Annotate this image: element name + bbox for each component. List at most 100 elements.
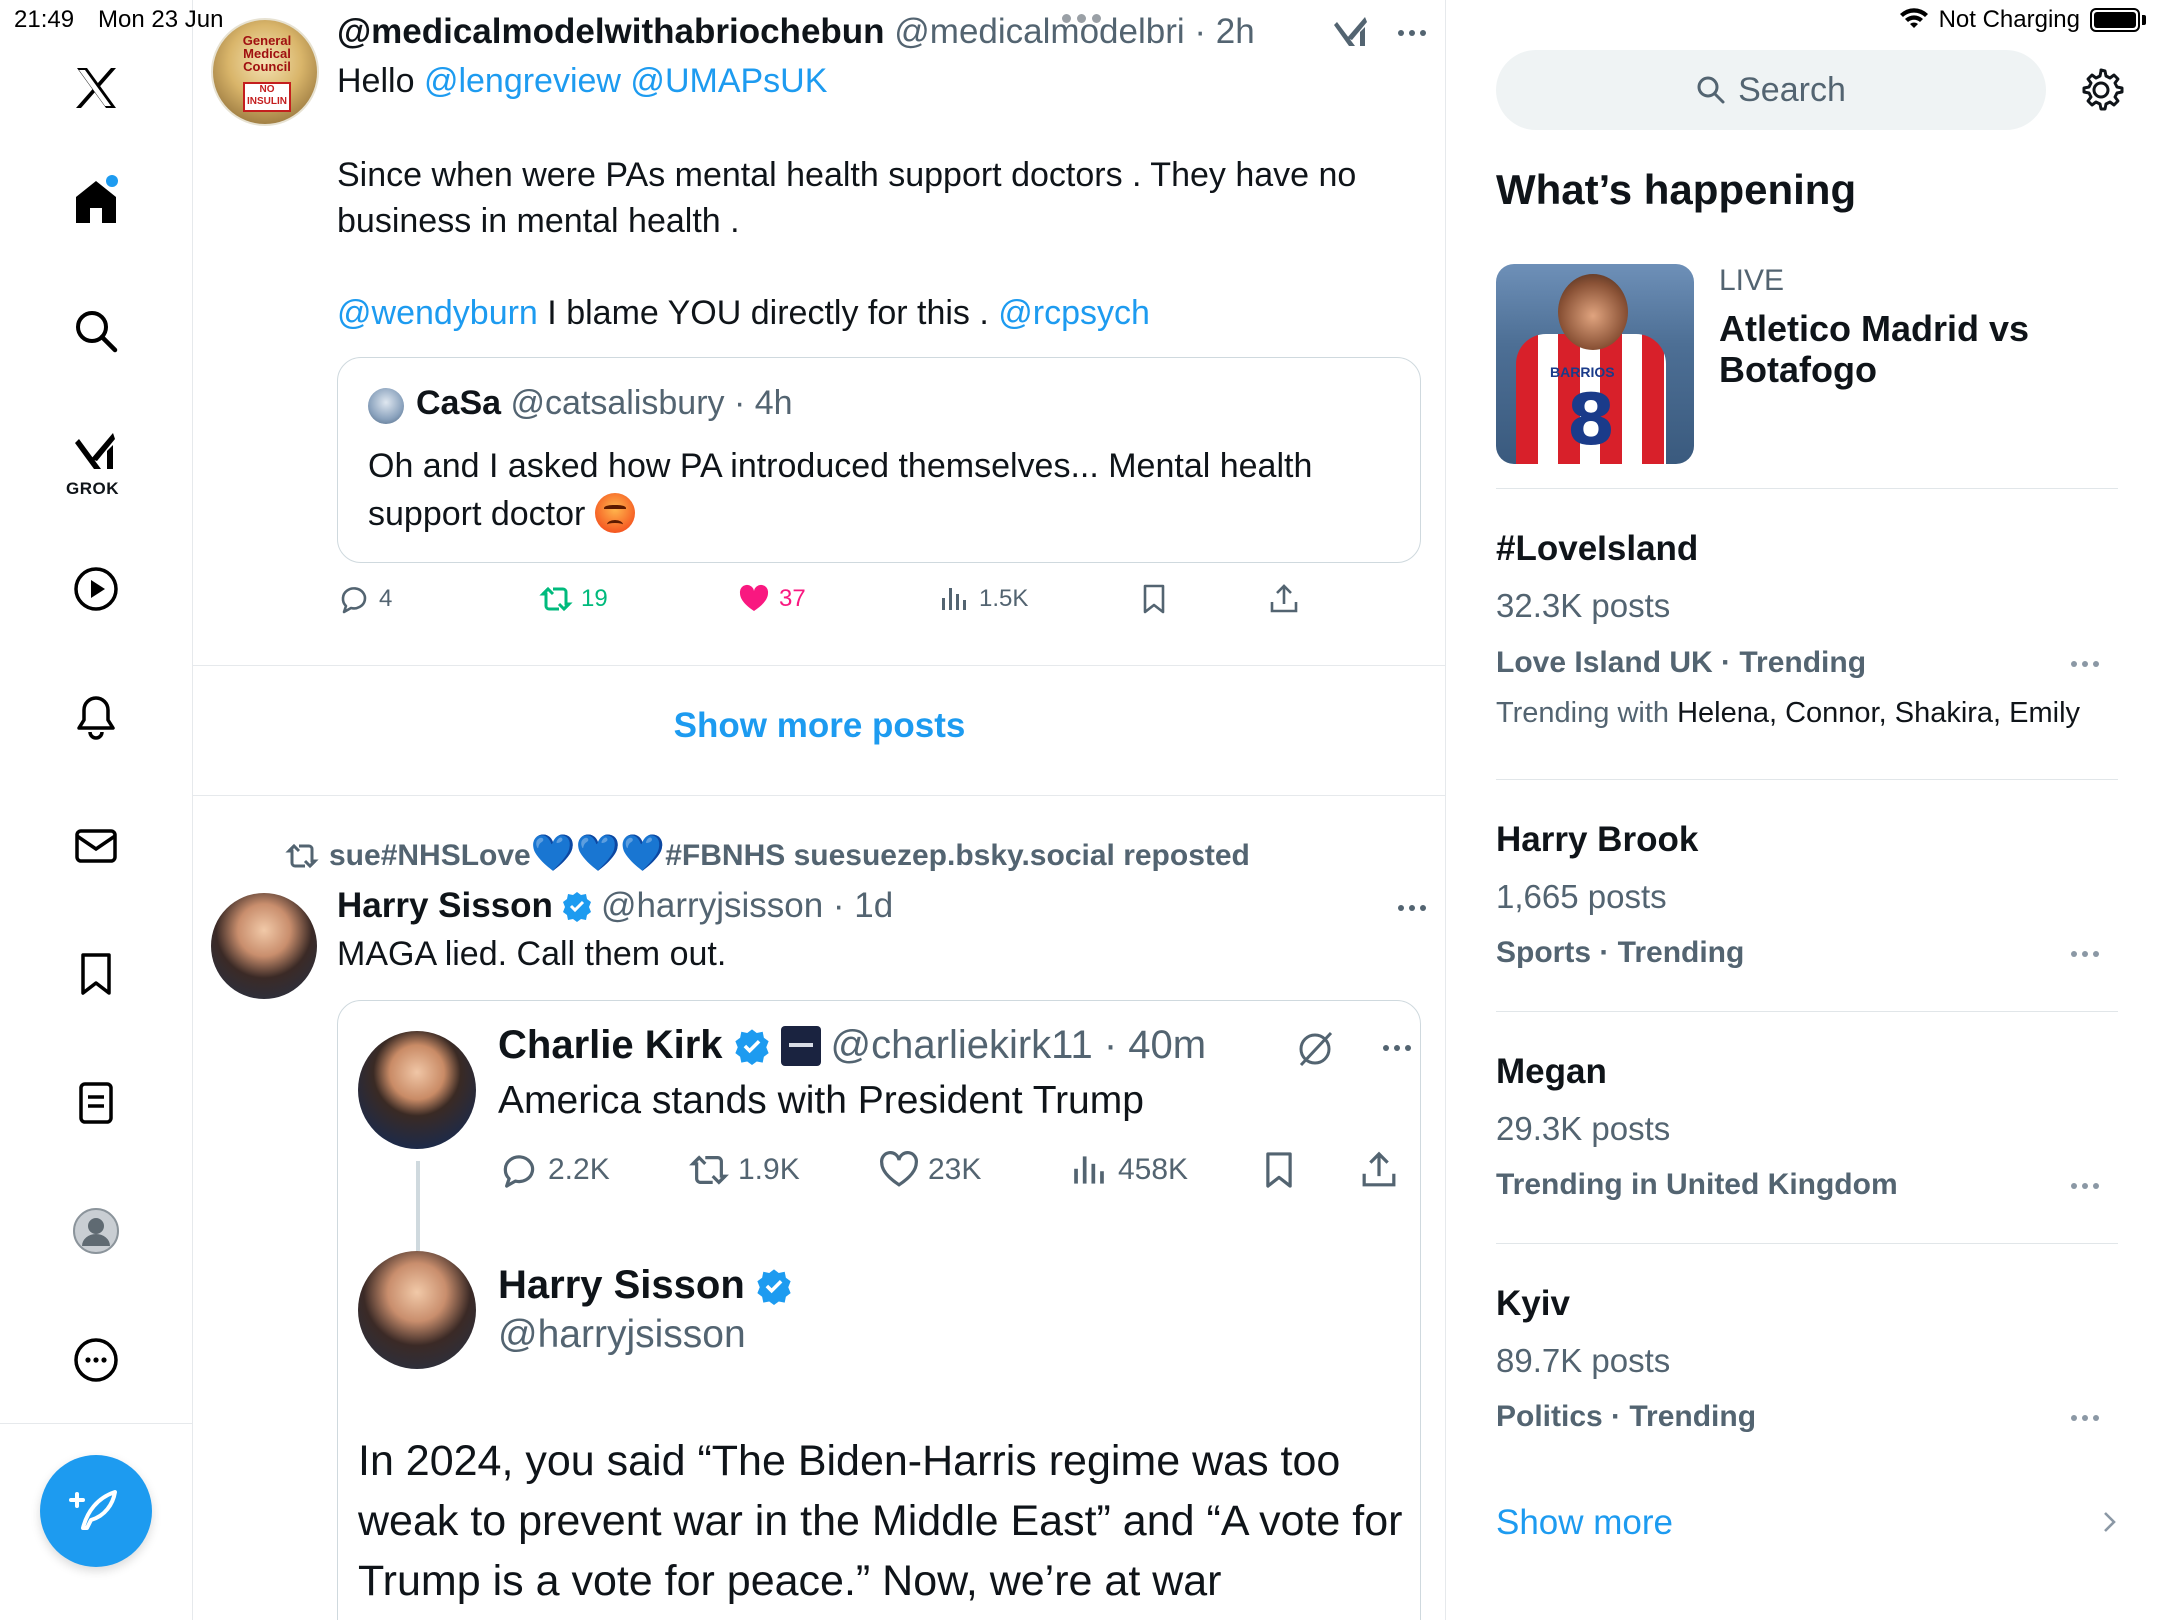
verified-badge-icon [562,892,591,922]
chevron-right-icon[interactable] [2095,1508,2123,1536]
divider [193,795,1445,796]
quote-actions: 2.2K 1.9K 23K 458K [498,1149,1398,1199]
heart-filled-icon [739,584,769,611]
divider [1496,779,2118,780]
more-options-icon[interactable] [2071,951,2099,957]
more-icon[interactable] [56,1320,136,1400]
heart-icon [880,1151,918,1187]
mentions[interactable]: @lengreview @UMAPsUK [424,62,827,100]
divider [1496,1011,2118,1012]
thread-line [416,1161,420,1251]
bookmarks-icon[interactable] [56,934,136,1014]
gear-icon[interactable] [2077,66,2125,114]
avatar-stamp: NO INSULIN [243,82,291,112]
trending-with-label: Trending with [1496,697,1678,729]
repost-button[interactable]: 1.9K [688,1149,800,1191]
views-icon [1074,1156,1104,1184]
share-icon [1362,1151,1396,1187]
video-icon[interactable] [56,549,136,629]
mention-rcpsych[interactable]: @rcpsych [998,294,1150,332]
live-title: Atletico Madrid vs Botafogo [1719,308,2030,390]
notifications-icon[interactable] [56,677,136,757]
views-count: 458K [1118,1153,1189,1186]
show-more-posts-link[interactable]: Show more posts [193,706,1445,746]
affiliation-badge-icon [780,1025,821,1066]
quote-tweet[interactable]: Charlie Kirk @charliekirk11 · 40m Americ… [337,1000,1421,1620]
share-button[interactable] [1358,1149,1400,1191]
quote-display-name: CaSa [416,384,502,422]
home-icon[interactable] [56,162,136,242]
trend-title: #LoveIsland [1496,529,1699,568]
reply-handle: @harryjsisson [498,1313,746,1356]
right-sidebar: Search What’s happening BARRIOS 8 LIVE A… [1447,0,2160,1620]
like-button[interactable]: 23K [878,1149,981,1191]
reply-display-name: Harry Sisson [498,1263,745,1307]
avatar [358,1251,476,1369]
show-more-link[interactable]: Show more [1496,1503,1673,1543]
more-options-icon[interactable] [2071,1415,2099,1421]
nav-divider [0,1423,193,1424]
timeline: General Medical Council NO INSULIN @medi… [193,0,1446,1620]
views-icon [942,588,966,610]
repost-button[interactable]: 19 [539,582,608,616]
views-button[interactable]: 458K [1068,1149,1188,1191]
reply-button[interactable]: 2.2K [498,1149,610,1191]
status-bar: 21:49 Mon 23 Jun Not Charging [0,0,2160,40]
quote-handle-time: @charliekirk11 · 40m [830,1023,1207,1067]
quote-tweet[interactable]: CaSa @catsalisbury · 4h Oh and I asked h… [337,357,1421,563]
quote-text: Oh and I asked how PA introduced themsel… [368,442,1368,538]
bookmark-icon [1143,584,1165,614]
trending-with-names[interactable]: Helena, Connor, Shakira, Emily [1677,697,2080,729]
avatar [358,1031,476,1149]
bookmark-button[interactable] [1137,582,1171,616]
share-button[interactable] [1267,582,1301,616]
quote-handle-time: @catsalisbury · 4h [510,384,793,422]
views-count: 1.5K [979,585,1029,612]
trending-with: Trending with Helena, Connor, Shakira, E… [1496,697,2080,730]
display-name[interactable]: Harry Sisson [337,886,553,926]
lists-icon[interactable] [56,1063,136,1143]
more-options-icon[interactable] [2071,1183,2099,1189]
battery-tip [2142,15,2146,25]
reply-count: 4 [379,585,393,612]
search-input[interactable]: Search [1496,50,2046,130]
charging-status: Not Charging [1938,6,2080,33]
reply-icon [503,1155,535,1188]
quote-header: CaSa @catsalisbury · 4h [416,384,793,423]
repost-icon [689,1155,729,1185]
divider [193,665,1445,666]
compose-button[interactable] [40,1455,152,1567]
avatar[interactable] [211,893,317,999]
quote-header: Charlie Kirk @charliekirk11 · 40m [498,1023,1206,1068]
bookmark-button[interactable] [1258,1149,1300,1191]
handle-time[interactable]: @harryjsisson · 1d [601,886,893,926]
reply-body: In 2024, you said “The Biden-Harris regi… [358,1437,1403,1605]
status-time: 21:49 [14,6,75,33]
x-logo-icon[interactable] [56,48,136,128]
trend-meta: Sports · Trending [1496,936,1745,969]
angry-face-emoji-icon [594,493,635,533]
explore-icon[interactable] [56,291,136,371]
views-button[interactable]: 1.5K [937,582,1028,616]
trend-title: Harry Brook [1496,820,1699,859]
trend-posts: 89.7K posts [1496,1342,1671,1379]
more-options-icon[interactable] [2071,661,2099,667]
reply-button[interactable]: 4 [337,582,392,616]
more-options-icon[interactable] [1398,905,1426,911]
trend-meta: Love Island UK · Trending [1496,646,1867,679]
tweet-line-1: Hello @lengreview @UMAPsUK [337,58,1387,104]
mention-wendyburn[interactable]: @wendyburn [337,294,538,332]
trend-title: Megan [1496,1052,1607,1091]
grok-explain-icon[interactable] [1293,1027,1337,1071]
divider [1496,1243,2118,1244]
quote-display-name: Charlie Kirk [498,1023,723,1067]
repost-count: 19 [581,585,608,612]
more-options-icon[interactable] [1383,1045,1411,1051]
trend-posts: 32.3K posts [1496,587,1671,624]
reposted-by[interactable]: sue#NHSLove💙💙💙#FBNHS suesuezep.bsky.soci… [285,835,1250,873]
reposter-name: sue#NHSLove [329,839,531,872]
messages-icon[interactable] [56,806,136,886]
profile-icon[interactable] [56,1191,136,1271]
like-button[interactable]: 37 [737,582,806,616]
repost-icon [285,843,319,868]
